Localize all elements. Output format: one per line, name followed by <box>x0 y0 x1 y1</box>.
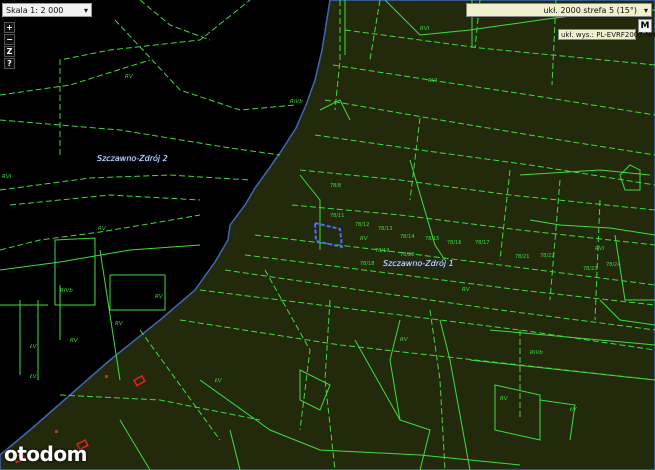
zoom-controls: + − Z ? <box>4 22 15 70</box>
land-use-label: RIVb <box>530 350 543 356</box>
map-canvas[interactable]: RVI RV RIVb RVI RV RIVb ŁV ŁV RV RV RV RVI RV RV RV RV R… <box>0 0 655 470</box>
scale-selector[interactable]: Skala 1: 2 000 ▾ <box>2 3 92 17</box>
land-use-label: RV <box>70 338 79 344</box>
land-use-label: RV <box>125 74 134 80</box>
land-use-label: RVI <box>595 246 605 252</box>
scale-value: 1: 2 000 <box>30 6 64 15</box>
parcel-number-label: 78/16 <box>447 240 461 246</box>
land-use-label: RVI <box>420 26 430 32</box>
crs-value: ukł. 2000 strefa 5 (15°) <box>543 6 637 15</box>
parcel-number-label: 78/22 <box>540 253 554 259</box>
cadastral-map[interactable]: RVI RV RIVb RVI RV RIVb ŁV ŁV RV RV RV RVI RV RV RV RV R… <box>0 0 655 470</box>
parcel-number-label: 78/17 <box>475 240 489 246</box>
parcel-number-label: 78/18 <box>360 261 374 267</box>
land-use-label: RVI <box>2 174 12 180</box>
parcel-number-label: 78/23 <box>583 266 597 272</box>
land-use-label: ŁV <box>214 378 223 384</box>
parcel-number-label: 78/14 <box>400 234 414 240</box>
parcel-number-label: 78/24 <box>606 262 620 268</box>
zoom-extent-button[interactable]: Z <box>4 46 15 57</box>
place-label-szczawno-1: Szczawno-Zdrój 1 <box>383 259 454 268</box>
chevron-down-icon: ▾ <box>643 6 648 15</box>
crs-selector[interactable]: ukł. 2000 strefa 5 (15°) ▾ <box>466 3 652 17</box>
place-label-szczawno-2: Szczawno-Zdrój 2 <box>97 154 168 163</box>
parcel-number-label: 78/8 <box>330 183 341 189</box>
land-use-label: RV <box>400 337 409 343</box>
chevron-down-icon: ▾ <box>83 6 88 15</box>
parcel-number-label: 78/19 <box>375 248 389 254</box>
zoom-out-button[interactable]: − <box>4 34 15 45</box>
scale-label: Skala <box>6 6 28 15</box>
parcel-number-label: 78/15 <box>425 236 439 242</box>
parcel-number-label: 78/13 <box>378 226 392 232</box>
land-use-label: RVI <box>428 78 438 84</box>
height-system-label: ukł. wys.: PL-EVRF2007-NH <box>558 29 655 40</box>
watermark-logo: otodom <box>4 442 87 466</box>
land-use-label: RIVb <box>290 99 303 105</box>
help-button[interactable]: ? <box>4 58 15 69</box>
zoom-in-button[interactable]: + <box>4 22 15 33</box>
parcel-number-label: 78/20 <box>400 252 414 258</box>
land-use-label: RV <box>360 236 369 242</box>
parcel-number-label: 78/12 <box>355 222 369 228</box>
land-use-label: RIVb <box>60 288 73 294</box>
land-use-label: ŁV <box>29 374 38 380</box>
land-use-label: ŁV <box>29 344 38 350</box>
land-use-label: ŁV <box>569 407 578 413</box>
parcel-number-label: 78/21 <box>515 254 529 260</box>
land-use-label: RV <box>155 294 164 300</box>
land-use-label: RV <box>500 396 509 402</box>
land-use-label: RV <box>98 226 107 232</box>
land-use-label: RV <box>115 321 124 327</box>
parcel-number-label: 78/11 <box>330 213 344 219</box>
land-use-label: RV <box>462 287 471 293</box>
